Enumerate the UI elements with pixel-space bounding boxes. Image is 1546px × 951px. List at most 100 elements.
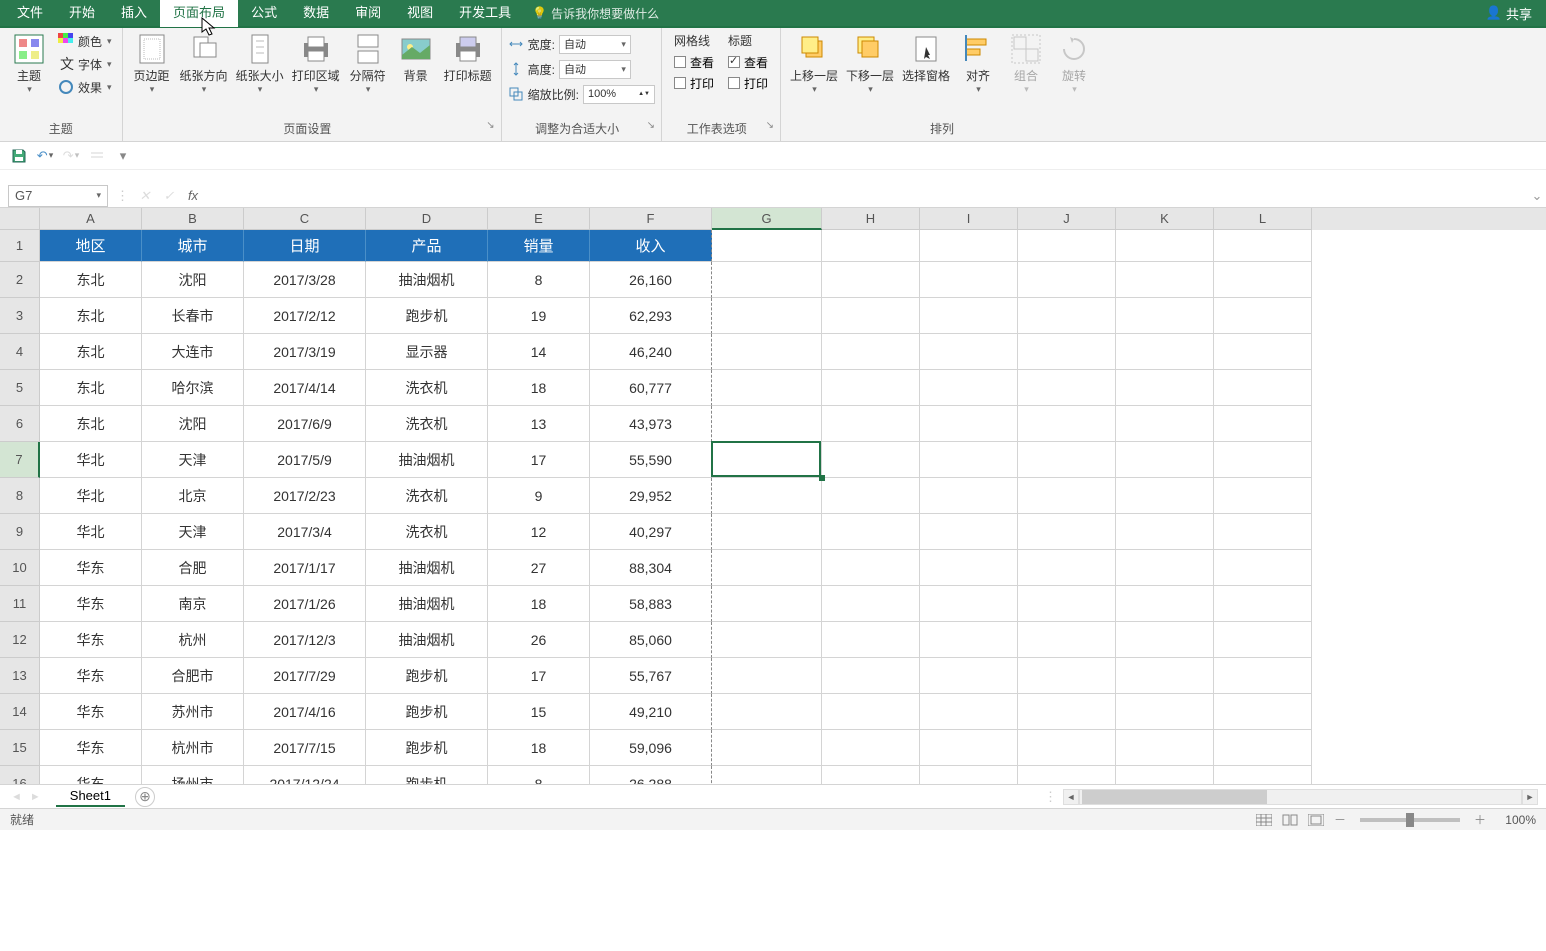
empty-cell[interactable] — [1214, 694, 1312, 730]
empty-cell[interactable] — [1116, 442, 1214, 478]
data-cell[interactable]: 杭州市 — [142, 730, 244, 766]
height-select[interactable]: 自动▾ — [559, 60, 631, 79]
data-cell[interactable]: 东北 — [40, 334, 142, 370]
empty-cell[interactable] — [1214, 298, 1312, 334]
send-backward-button[interactable]: 下移一层▾ — [843, 30, 897, 98]
empty-cell[interactable] — [1116, 766, 1214, 784]
data-cell[interactable]: 29,952 — [590, 478, 712, 514]
empty-cell[interactable] — [1214, 406, 1312, 442]
empty-cell[interactable] — [712, 694, 822, 730]
data-cell[interactable]: 合肥市 — [142, 658, 244, 694]
empty-cell[interactable] — [1018, 230, 1116, 262]
empty-cell[interactable] — [920, 694, 1018, 730]
row-header[interactable]: 7 — [0, 442, 40, 478]
empty-cell[interactable] — [1214, 334, 1312, 370]
empty-cell[interactable] — [712, 230, 822, 262]
bring-forward-button[interactable]: 上移一层▾ — [787, 30, 841, 98]
data-cell[interactable]: 跑步机 — [366, 766, 488, 784]
empty-cell[interactable] — [920, 622, 1018, 658]
data-cell[interactable]: 2017/12/24 — [244, 766, 366, 784]
breaks-button[interactable]: 分隔符▾ — [345, 30, 391, 98]
name-box[interactable]: G7▾ — [8, 185, 108, 207]
empty-cell[interactable] — [712, 622, 822, 658]
size-button[interactable]: 纸张大小▾ — [233, 30, 287, 98]
row-header[interactable]: 9 — [0, 514, 40, 550]
colors-button[interactable]: 颜色▾ — [54, 30, 116, 52]
data-cell[interactable]: 跑步机 — [366, 298, 488, 334]
data-cell[interactable]: 88,304 — [590, 550, 712, 586]
gridlines-print-check[interactable]: 打印 — [674, 73, 714, 93]
page-break-view-button[interactable] — [1304, 811, 1328, 829]
data-cell[interactable]: 13 — [488, 406, 590, 442]
empty-cell[interactable] — [1018, 730, 1116, 766]
empty-cell[interactable] — [920, 442, 1018, 478]
data-cell[interactable]: 收入 — [590, 230, 712, 262]
empty-cell[interactable] — [1116, 370, 1214, 406]
share-button[interactable]: 👤 共享 — [1486, 4, 1542, 23]
headings-print-check[interactable]: 打印 — [728, 73, 768, 93]
width-select[interactable]: 自动▾ — [559, 35, 631, 54]
row-header[interactable]: 16 — [0, 766, 40, 784]
empty-cell[interactable] — [822, 298, 920, 334]
empty-cell[interactable] — [1214, 622, 1312, 658]
column-header[interactable]: D — [366, 208, 488, 230]
empty-cell[interactable] — [920, 370, 1018, 406]
empty-cell[interactable] — [1116, 694, 1214, 730]
row-header[interactable]: 3 — [0, 298, 40, 334]
data-cell[interactable]: 抽油烟机 — [366, 622, 488, 658]
data-cell[interactable]: 杭州 — [142, 622, 244, 658]
empty-cell[interactable] — [712, 442, 822, 478]
empty-cell[interactable] — [1018, 658, 1116, 694]
expand-formula-button[interactable]: ⌄ — [1528, 188, 1546, 204]
row-header[interactable]: 4 — [0, 334, 40, 370]
normal-view-button[interactable] — [1252, 811, 1276, 829]
row-header[interactable]: 10 — [0, 550, 40, 586]
empty-cell[interactable] — [1214, 586, 1312, 622]
empty-cell[interactable] — [712, 370, 822, 406]
data-cell[interactable]: 大连市 — [142, 334, 244, 370]
menu-插入[interactable]: 插入 — [108, 0, 160, 27]
column-header[interactable]: I — [920, 208, 1018, 230]
empty-cell[interactable] — [920, 514, 1018, 550]
row-header[interactable]: 12 — [0, 622, 40, 658]
empty-cell[interactable] — [920, 730, 1018, 766]
menu-视图[interactable]: 视图 — [394, 0, 446, 27]
scroll-left-button[interactable]: ◄ — [1063, 789, 1079, 805]
data-cell[interactable]: 2017/12/3 — [244, 622, 366, 658]
data-cell[interactable]: 华东 — [40, 622, 142, 658]
empty-cell[interactable] — [1214, 478, 1312, 514]
data-cell[interactable]: 华东 — [40, 694, 142, 730]
data-cell[interactable]: 沈阳 — [142, 262, 244, 298]
zoom-level[interactable]: 100% — [1492, 813, 1536, 827]
data-cell[interactable]: 华东 — [40, 550, 142, 586]
row-header[interactable]: 2 — [0, 262, 40, 298]
data-cell[interactable]: 跑步机 — [366, 730, 488, 766]
headings-view-check[interactable]: 查看 — [728, 52, 768, 72]
data-cell[interactable]: 59,096 — [590, 730, 712, 766]
save-button[interactable] — [10, 147, 28, 165]
empty-cell[interactable] — [1018, 370, 1116, 406]
empty-cell[interactable] — [712, 334, 822, 370]
data-cell[interactable]: 华东 — [40, 586, 142, 622]
data-cell[interactable]: 哈尔滨 — [142, 370, 244, 406]
empty-cell[interactable] — [1018, 622, 1116, 658]
empty-cell[interactable] — [1214, 370, 1312, 406]
row-header[interactable]: 14 — [0, 694, 40, 730]
data-cell[interactable]: 2017/4/16 — [244, 694, 366, 730]
data-cell[interactable]: 14 — [488, 334, 590, 370]
empty-cell[interactable] — [1018, 550, 1116, 586]
data-cell[interactable]: 60,777 — [590, 370, 712, 406]
fill-handle[interactable] — [819, 475, 825, 481]
data-cell[interactable]: 40,297 — [590, 514, 712, 550]
themes-button[interactable]: 主题▾ — [6, 30, 52, 98]
menu-文件[interactable]: 文件 — [4, 0, 56, 27]
data-cell[interactable]: 显示器 — [366, 334, 488, 370]
empty-cell[interactable] — [822, 334, 920, 370]
data-cell[interactable]: 东北 — [40, 298, 142, 334]
data-cell[interactable]: 抽油烟机 — [366, 586, 488, 622]
column-header[interactable]: K — [1116, 208, 1214, 230]
empty-cell[interactable] — [712, 514, 822, 550]
data-cell[interactable]: 抽油烟机 — [366, 442, 488, 478]
data-cell[interactable]: 85,060 — [590, 622, 712, 658]
column-header[interactable]: C — [244, 208, 366, 230]
